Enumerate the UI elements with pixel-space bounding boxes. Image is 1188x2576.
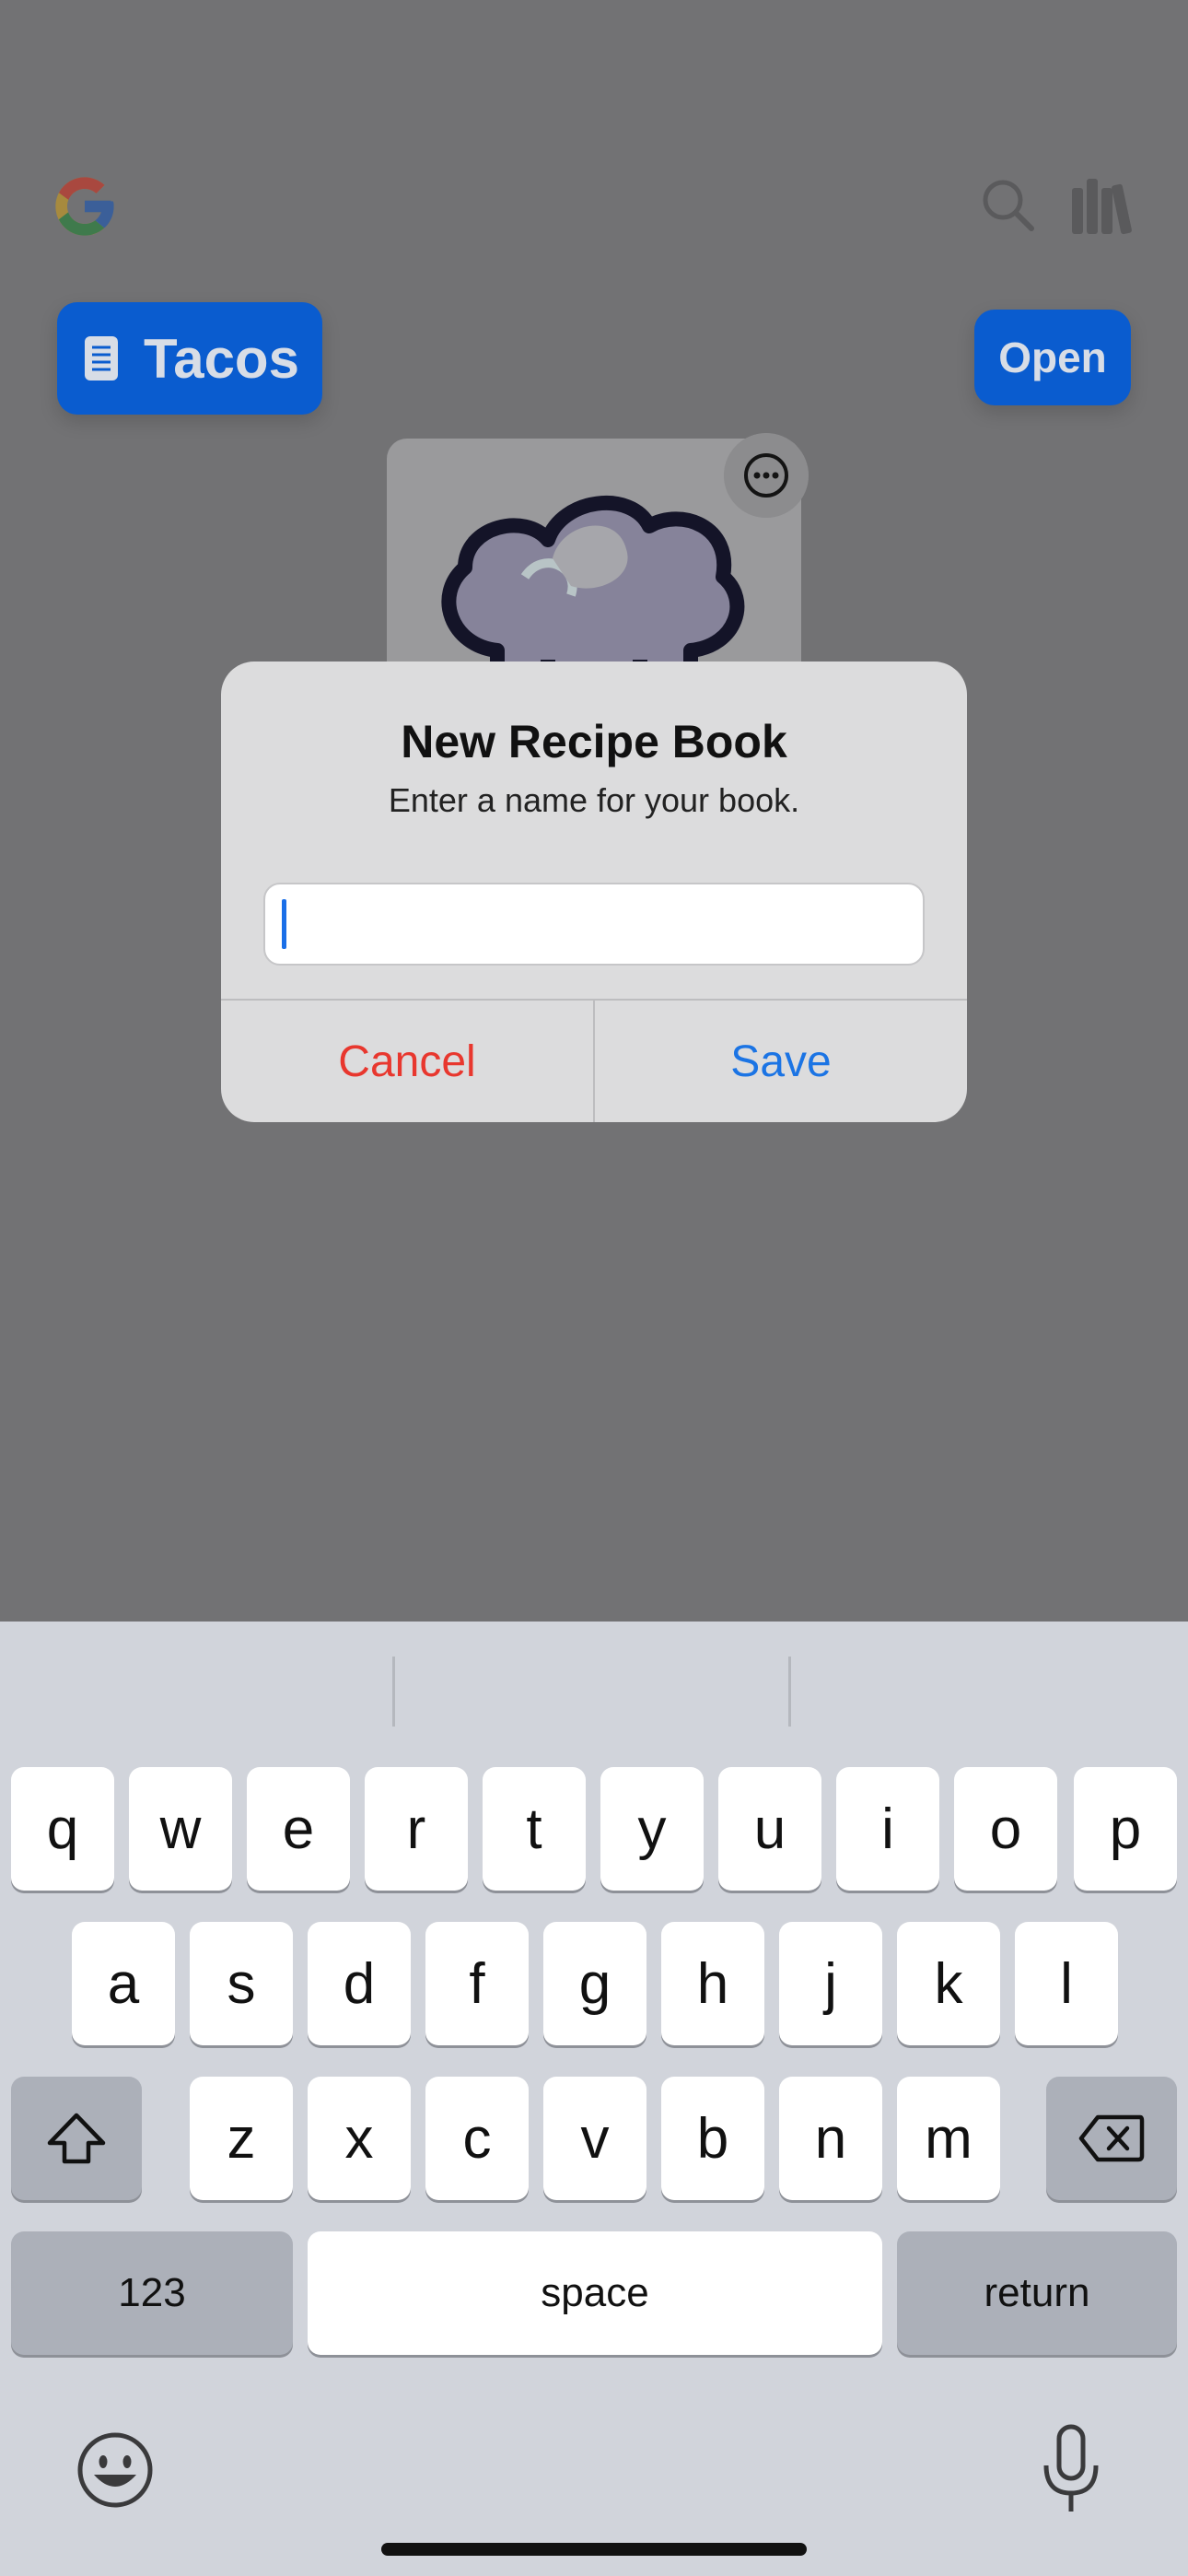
- open-button[interactable]: Open: [974, 310, 1131, 405]
- key-t[interactable]: t: [483, 1767, 586, 1891]
- cancel-button[interactable]: Cancel: [221, 1001, 593, 1122]
- key-g[interactable]: g: [543, 1922, 646, 2045]
- microphone-icon[interactable]: [1039, 2423, 1103, 2515]
- key-z[interactable]: z: [190, 2077, 293, 2200]
- key-h[interactable]: h: [661, 1922, 764, 2045]
- key-l[interactable]: l: [1015, 1922, 1118, 2045]
- prediction-divider: [788, 1657, 791, 1727]
- key-m[interactable]: m: [897, 2077, 1000, 2200]
- search-icon[interactable]: [978, 175, 1037, 234]
- current-book-tacos-button[interactable]: Tacos: [57, 302, 322, 415]
- save-button[interactable]: Save: [595, 1001, 967, 1122]
- key-c[interactable]: c: [425, 2077, 529, 2200]
- key-a[interactable]: a: [72, 1922, 175, 2045]
- alert-title: New Recipe Book: [401, 716, 787, 767]
- more-options-icon[interactable]: [724, 433, 809, 518]
- space-key[interactable]: space: [308, 2231, 882, 2355]
- delete-key[interactable]: [1046, 2077, 1177, 2200]
- key-o[interactable]: o: [954, 1767, 1057, 1891]
- key-d[interactable]: d: [308, 1922, 411, 2045]
- google-logo-icon[interactable]: [50, 171, 120, 241]
- key-w[interactable]: w: [129, 1767, 232, 1891]
- emoji-icon[interactable]: [74, 2429, 157, 2512]
- key-k[interactable]: k: [897, 1922, 1000, 2045]
- key-y[interactable]: y: [600, 1767, 704, 1891]
- shift-key[interactable]: [11, 2077, 142, 2200]
- home-indicator[interactable]: [381, 2543, 807, 2556]
- key-i[interactable]: i: [836, 1767, 939, 1891]
- tacos-label: Tacos: [144, 327, 299, 390]
- key-u[interactable]: u: [718, 1767, 821, 1891]
- backspace-icon: [1078, 2114, 1145, 2162]
- key-b[interactable]: b: [661, 2077, 764, 2200]
- key-j[interactable]: j: [779, 1922, 882, 2045]
- key-e[interactable]: e: [247, 1767, 350, 1891]
- book-name-input[interactable]: [263, 883, 925, 966]
- return-key[interactable]: return: [897, 2231, 1177, 2355]
- key-f[interactable]: f: [425, 1922, 529, 2045]
- book-icon: [85, 336, 118, 381]
- alert-message: Enter a name for your book.: [388, 781, 800, 819]
- keyboard: q w e r t y u i o p a s d f g h j k l z …: [0, 1622, 1188, 2576]
- key-r[interactable]: r: [365, 1767, 468, 1891]
- key-x[interactable]: x: [308, 2077, 411, 2200]
- key-n[interactable]: n: [779, 2077, 882, 2200]
- shift-icon: [47, 2113, 106, 2164]
- prediction-divider: [392, 1657, 395, 1727]
- numbers-key[interactable]: 123: [11, 2231, 293, 2355]
- key-v[interactable]: v: [543, 2077, 646, 2200]
- key-s[interactable]: s: [190, 1922, 293, 2045]
- key-p[interactable]: p: [1074, 1767, 1177, 1891]
- text-caret: [282, 899, 286, 949]
- new-recipe-book-alert: New Recipe Book Enter a name for your bo…: [221, 662, 967, 1122]
- library-icon[interactable]: [1070, 175, 1138, 236]
- key-q[interactable]: q: [11, 1767, 114, 1891]
